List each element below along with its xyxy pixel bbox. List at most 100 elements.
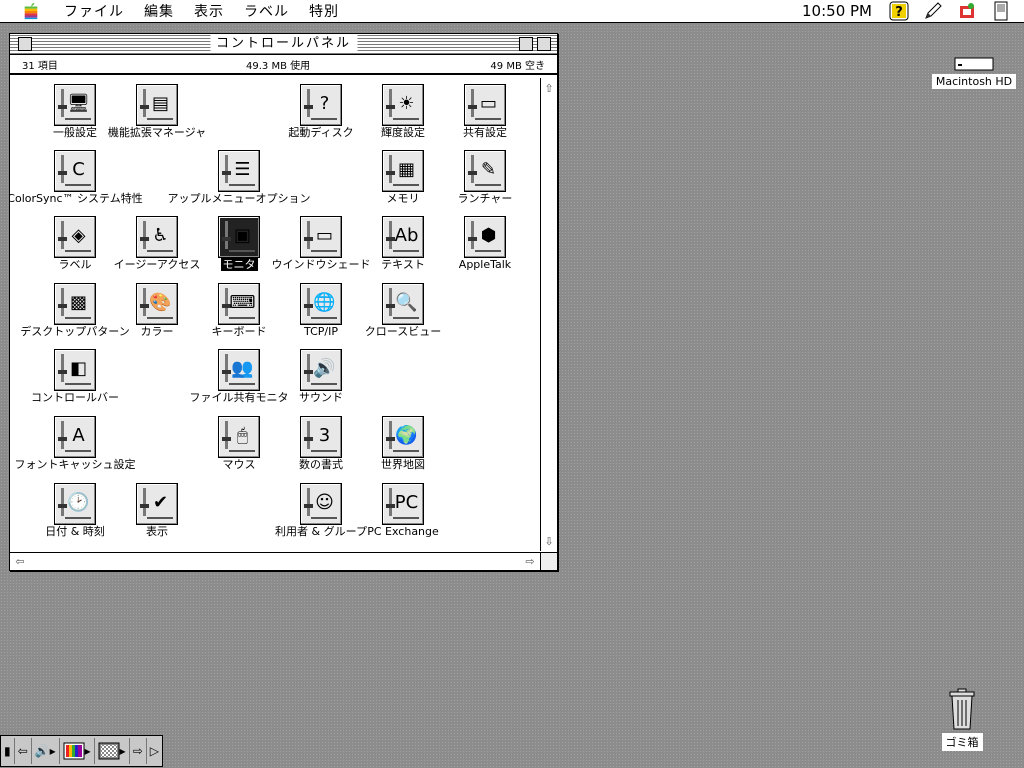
control-panel-views[interactable]: ✔ 表示 xyxy=(112,483,202,545)
disk-used: 49.3 MB 使用 xyxy=(246,60,311,72)
sound-icon: 🔊 xyxy=(300,349,342,391)
scroll-right-icon[interactable]: ⇨ xyxy=(522,553,538,569)
window-info-bar: 31 項目 49.3 MB 使用 49 MB 空き xyxy=(10,55,557,75)
easy-access-icon: ♿ xyxy=(136,216,178,258)
menu-special[interactable]: 特別 xyxy=(299,1,349,21)
control-panels-window: コントロールパネル 31 項目 49.3 MB 使用 49 MB 空き 🖥 一般設… xyxy=(9,33,558,571)
collapse-icon[interactable]: ▮ xyxy=(1,738,15,764)
strip-end-icon[interactable]: ▷ xyxy=(147,738,162,764)
menu-file[interactable]: ファイル xyxy=(54,1,134,21)
menu-bar: ファイル 編集 表示 ラベル 特別 10:50 PM ? xyxy=(0,0,1024,23)
control-panel-control-strip[interactable]: ◧ コントロールバー xyxy=(30,349,120,411)
windowshade-icon: ▭ xyxy=(300,216,342,258)
menubar-clock[interactable]: 10:50 PM xyxy=(802,2,872,20)
memory-icon: ▦ xyxy=(382,150,424,192)
application-menu-icon[interactable] xyxy=(956,1,978,21)
help-icon[interactable]: ? xyxy=(888,1,910,21)
horizontal-scrollbar[interactable]: ⇦ ⇨ xyxy=(10,552,540,570)
trash-label: ゴミ箱 xyxy=(941,733,983,751)
control-panel-appletalk[interactable]: ⬢ AppleTalk xyxy=(440,216,530,278)
startup-disk-icon: ? xyxy=(300,84,342,126)
monitor-bit-depth-icon[interactable]: ▸ xyxy=(60,738,95,764)
hd-label: Macintosh HD xyxy=(931,74,1017,89)
control-panel-closeview[interactable]: 🔍 クロースビュー xyxy=(358,283,448,345)
apple-menu-options-icon: ☰ xyxy=(218,150,260,192)
mouse-icon: 🖱 xyxy=(218,416,260,458)
window-title-bar[interactable]: コントロールパネル xyxy=(10,34,557,55)
tcpip-icon: 🌐 xyxy=(300,283,342,325)
sharing-setup-icon: ▭ xyxy=(464,84,506,126)
collapse-box-icon[interactable] xyxy=(537,37,551,51)
map-icon: 🌍 xyxy=(382,416,424,458)
control-panel-extensions-manager[interactable]: ▤ 機能拡張マネージャ xyxy=(108,84,206,146)
menu-edit[interactable]: 編集 xyxy=(134,1,184,21)
closeview-icon: 🔍 xyxy=(382,283,424,325)
control-panel-label: アップルメニューオプション xyxy=(167,192,311,205)
zoom-box-icon[interactable] xyxy=(519,37,533,51)
views-icon: ✔ xyxy=(136,483,178,525)
control-panel-pc-exchange[interactable]: PC PC Exchange xyxy=(358,483,448,545)
control-panel-label: フォントキャッシュ設定 xyxy=(14,458,136,471)
control-strip: ▮ ⇦ 🔊▸ ▸ ▸ ⇨ ▷ xyxy=(0,735,163,767)
trash[interactable]: ゴミ箱 xyxy=(940,688,984,751)
control-panel-label: ランチャー xyxy=(457,192,513,205)
brightness-icon: ☀ xyxy=(382,84,424,126)
vertical-scrollbar[interactable]: ⇧ ⇩ xyxy=(540,78,557,551)
trash-icon xyxy=(949,688,975,730)
control-panel-label: 世界地図 xyxy=(381,458,425,471)
control-panel-font-cache[interactable]: A フォントキャッシュ設定 xyxy=(15,416,136,478)
scroll-up-icon[interactable]: ⇧ xyxy=(541,80,557,96)
scroll-down-icon[interactable]: ⇩ xyxy=(541,533,557,549)
desktop-patterns-icon: ▩ xyxy=(54,283,96,325)
keyboard-icon: ⌨ xyxy=(218,283,260,325)
icon-view: 🖥 一般設定 ▤ 機能拡張マネージャ? 起動ディスク ☀ 輝度設定 ▭ 共有設定 C ColorSy… xyxy=(10,78,538,551)
file-sharing-monitor-icon: 👥 xyxy=(218,349,260,391)
disk-free: 49 MB 空き xyxy=(490,60,545,72)
close-box-icon[interactable] xyxy=(18,37,32,51)
color-icon: 🎨 xyxy=(136,283,178,325)
control-panel-label: コントロールバー xyxy=(31,391,119,404)
colorsync-icon: C xyxy=(54,150,96,192)
pencil-icon[interactable] xyxy=(922,1,944,21)
macintosh-hd[interactable]: Macintosh HD xyxy=(930,57,1018,89)
text-icon: Ab xyxy=(382,216,424,258)
right-arrow-icon[interactable]: ⇨ xyxy=(130,738,147,764)
control-panel-apple-menu-options[interactable]: ☰ アップルメニューオプション xyxy=(168,150,311,212)
control-panel-label: 機能拡張マネージャ xyxy=(107,126,207,139)
general-controls-icon: 🖥 xyxy=(54,84,96,126)
desktop-pattern-icon[interactable]: ▸ xyxy=(95,738,130,764)
size-box-icon[interactable] xyxy=(540,552,557,570)
labels-icon: ◈ xyxy=(54,216,96,258)
numbers-icon: 3 xyxy=(300,416,342,458)
control-panel-label: サウンド xyxy=(299,391,343,404)
control-panel-sound[interactable]: 🔊 サウンド xyxy=(276,349,366,411)
svg-text:?: ? xyxy=(895,5,903,20)
control-panel-colorsync[interactable]: C ColorSync™ システム特性 xyxy=(10,150,143,212)
control-strip-icon: ◧ xyxy=(54,349,96,391)
extensions-manager-icon: ▤ xyxy=(136,84,178,126)
date-time-icon: 🕑 xyxy=(54,483,96,525)
control-panel-label: クロースビュー xyxy=(364,325,442,338)
control-panel-map[interactable]: 🌍 世界地図 xyxy=(358,416,448,478)
users-groups-icon: ☺ xyxy=(300,483,342,525)
font-cache-icon: A xyxy=(54,416,96,458)
control-panel-launcher[interactable]: ✎ ランチャー xyxy=(440,150,530,212)
control-panel-label: 表示 xyxy=(146,525,168,538)
menu-label[interactable]: ラベル xyxy=(234,1,299,21)
window-title: コントロールパネル xyxy=(209,35,358,53)
volume-icon[interactable]: 🔊▸ xyxy=(32,738,60,764)
launcher-icon: ✎ xyxy=(464,150,506,192)
menu-view[interactable]: 表示 xyxy=(184,1,234,21)
control-panel-label: AppleTalk xyxy=(458,258,512,271)
scroll-left-icon[interactable]: ⇦ xyxy=(12,553,28,569)
appletalk-icon: ⬢ xyxy=(464,216,506,258)
hard-disk-icon xyxy=(954,57,994,71)
apple-menu-icon[interactable] xyxy=(20,2,42,20)
monitors-icon: ▣ xyxy=(218,216,260,258)
control-panel-sharing-setup[interactable]: ▭ 共有設定 xyxy=(440,84,530,146)
control-panel-label: ColorSync™ システム特性 xyxy=(10,192,143,205)
left-arrow-icon[interactable]: ⇦ xyxy=(15,738,32,764)
pda-icon[interactable] xyxy=(990,1,1012,21)
control-panel-label: PC Exchange xyxy=(367,525,439,538)
pc-exchange-icon: PC xyxy=(382,483,424,525)
